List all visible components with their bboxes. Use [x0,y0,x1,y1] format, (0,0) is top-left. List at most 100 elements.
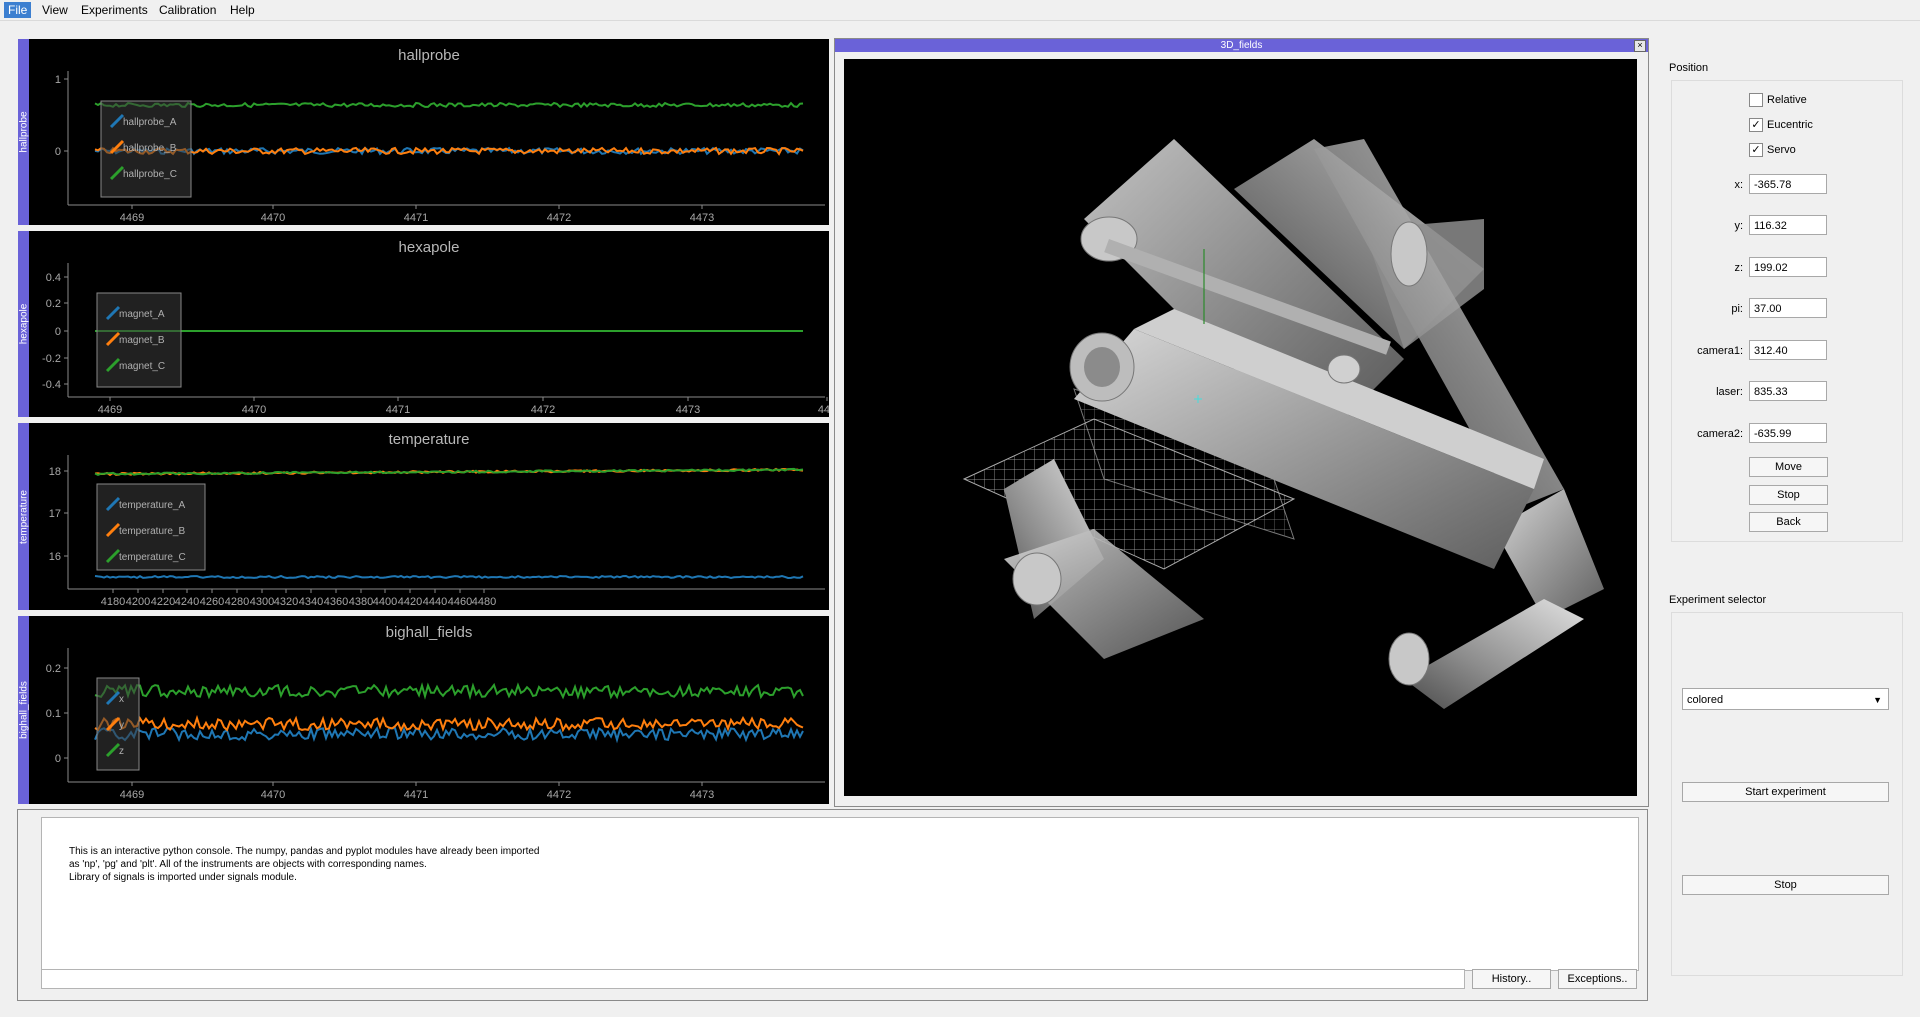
hexapole-x-tick-label: 4470 [242,404,266,416]
temperature-legend-label: temperature_B [119,526,185,537]
hallprobe-trace-hallprobe_C [94,101,804,109]
bighall-dock-label: bighall_fields [18,681,29,739]
temperature-trace-temperature_C [94,467,804,476]
bighall-x-tick-label: 4471 [404,789,428,801]
temperature-chart[interactable]: 1817164180 4200 4220 4240 4260 4280 4300 4320 43… [29,423,829,610]
start-experiment-button[interactable]: Start experiment [1682,782,1889,802]
temperature-x-tick-label: 4380 [349,596,373,608]
temperature-x-tick-label: 4420 [398,596,422,608]
bighall-plot[interactable]: bighall_fields 0.2 0.1 0 4469 4470 4471 4472 44… [29,616,829,804]
hexapole-chart[interactable]: 0.4 0.2 0 -0.2 -0.4 4469 4470 4471 4472 4473 447 ma… [29,231,829,417]
hallprobe-legend-label: hallprobe_C [123,169,177,180]
console-line: as 'np', 'pg' and 'plt'. All of the inst… [69,859,427,870]
menu-help[interactable]: Help [226,2,259,18]
eucentric-checkbox[interactable]: ✓ [1749,118,1763,132]
3d-viewport[interactable] [844,59,1637,796]
experiment-select-value: colored [1687,694,1724,706]
hallprobe-legend-label: hallprobe_B [123,143,177,154]
x-field[interactable]: -365.78 [1749,174,1827,194]
temperature-legend-label: temperature_A [119,500,185,511]
servo-label: Servo [1767,144,1796,156]
hexapole-legend-label: magnet_B [119,335,165,346]
move-button[interactable]: Move [1749,457,1828,477]
temperature-dock-label: temperature [18,489,29,544]
z-field[interactable]: 199.02 [1749,257,1827,277]
bighall-x-tick-label: 4470 [261,789,285,801]
bighall-x-tick-label: 4469 [120,789,144,801]
temperature-x-tick-label: 4440 [423,596,447,608]
relative-label: Relative [1767,94,1807,106]
hexapole-x-tick-label: 4472 [531,404,555,416]
camera1-label: camera1: [1697,345,1743,357]
console-line: Library of signals is imported under sig… [69,872,297,883]
temperature-x-tick-label: 4360 [324,596,348,608]
menu-view[interactable]: View [38,2,72,18]
exceptions-button[interactable]: Exceptions.. [1558,969,1637,989]
hexapole-plot[interactable]: hexapole 0.4 0.2 0 -0.2 -0.4 4469 4470 4471 4472… [29,231,829,417]
hexapole-x-tick-label: 4469 [98,404,122,416]
close-icon[interactable]: × [1634,40,1646,52]
camera1-field[interactable]: 312.40 [1749,340,1827,360]
hexapole-y-tick-label: 0 [55,326,61,338]
bighall-x-tick-label: 4472 [547,789,571,801]
temperature-plot[interactable]: temperature 18 17 16 4180 4200 4220 4240 4260 42… [29,423,829,610]
y-field[interactable]: 116.32 [1749,215,1827,235]
servo-checkbox[interactable]: ✓ [1749,143,1763,157]
temperature-y-tick-label: 18 [49,466,61,478]
experiment-select[interactable]: colored ▼ [1682,688,1889,710]
temperature-x-tick-label: 4200 [126,596,150,608]
temperature-x-tick-label: 4260 [200,596,224,608]
temperature-x-tick-label: 4460 [448,596,472,608]
temperature-x-tick-label: 4280 [225,596,249,608]
console-output[interactable]: This is an interactive python console. T… [41,817,1639,971]
experiment-group-title: Experiment selector [1669,594,1767,606]
camera2-field[interactable]: -635.99 [1749,423,1827,443]
console-input[interactable] [41,969,1465,989]
temperature-legend-label: temperature_C [119,552,186,563]
hallprobe-plot[interactable]: hallprobe 1 0 4469 4470 4471 4472 4473 hallprob… [29,39,829,225]
view3d-dock: 3D_fields × [834,38,1649,807]
back-button[interactable]: Back [1749,512,1828,532]
magnet-assembly-3d-render [962,139,1604,709]
laser-label: laser: [1716,386,1743,398]
bighall-dock-tab[interactable]: bighall_fields [18,616,29,804]
menu-file[interactable]: File [4,2,32,18]
hexapole-x-tick-label: 4473 [676,404,700,416]
history-button[interactable]: History.. [1472,969,1551,989]
hallprobe-x-tick-label: 4472 [547,212,571,224]
menu-calibration[interactable]: Calibration [155,2,220,18]
hallprobe-chart[interactable]: 1 0 4469 4470 4471 4472 4473 hallprobe_Ahallpro… [29,39,829,225]
hexapole-legend-label: magnet_C [119,361,165,372]
menu-bar: File View Experiments Calibration Help [0,0,1920,21]
stop-experiment-button[interactable]: Stop [1682,875,1889,895]
hallprobe-x-tick-label: 4469 [120,212,144,224]
bighall-trace-x [94,725,804,744]
hexapole-dock-tab[interactable]: hexapole [18,231,29,417]
temperature-x-tick-label: 4180 [101,596,125,608]
laser-field[interactable]: 835.33 [1749,381,1827,401]
console-line: This is an interactive python console. T… [69,846,540,857]
hallprobe-trace-hallprobe_B [94,146,804,156]
hallprobe-y-tick-label: 1 [55,74,61,86]
bighall-chart[interactable]: 0.2 0.1 0 4469 4470 4471 4472 4473 x y z [29,616,829,804]
hallprobe-y-tick-label: 0 [55,146,61,158]
bighall-y-tick-label: 0.2 [46,663,61,675]
hallprobe-dock-tab[interactable]: hallprobe [18,39,29,225]
y-label: y: [1734,220,1743,232]
temperature-x-tick-label: 4320 [274,596,298,608]
z-label: z: [1734,262,1743,274]
stop-position-button[interactable]: Stop [1749,485,1828,505]
relative-checkbox[interactable] [1749,93,1763,107]
bighall-legend-label: y [119,720,124,731]
bighall-legend-label: x [119,694,124,705]
bighall-trace-z [94,682,804,701]
pi-field[interactable]: 37.00 [1749,298,1827,318]
menu-experiments[interactable]: Experiments [77,2,152,18]
hexapole-y-tick-label: -0.4 [42,379,61,391]
bighall-legend-label: z [119,746,124,757]
console-dock: This is an interactive python console. T… [17,809,1648,1001]
hallprobe-x-tick-label: 4471 [404,212,428,224]
position-group-title: Position [1669,62,1709,74]
temperature-x-tick-label: 4220 [151,596,175,608]
temperature-dock-tab[interactable]: temperature [18,423,29,610]
